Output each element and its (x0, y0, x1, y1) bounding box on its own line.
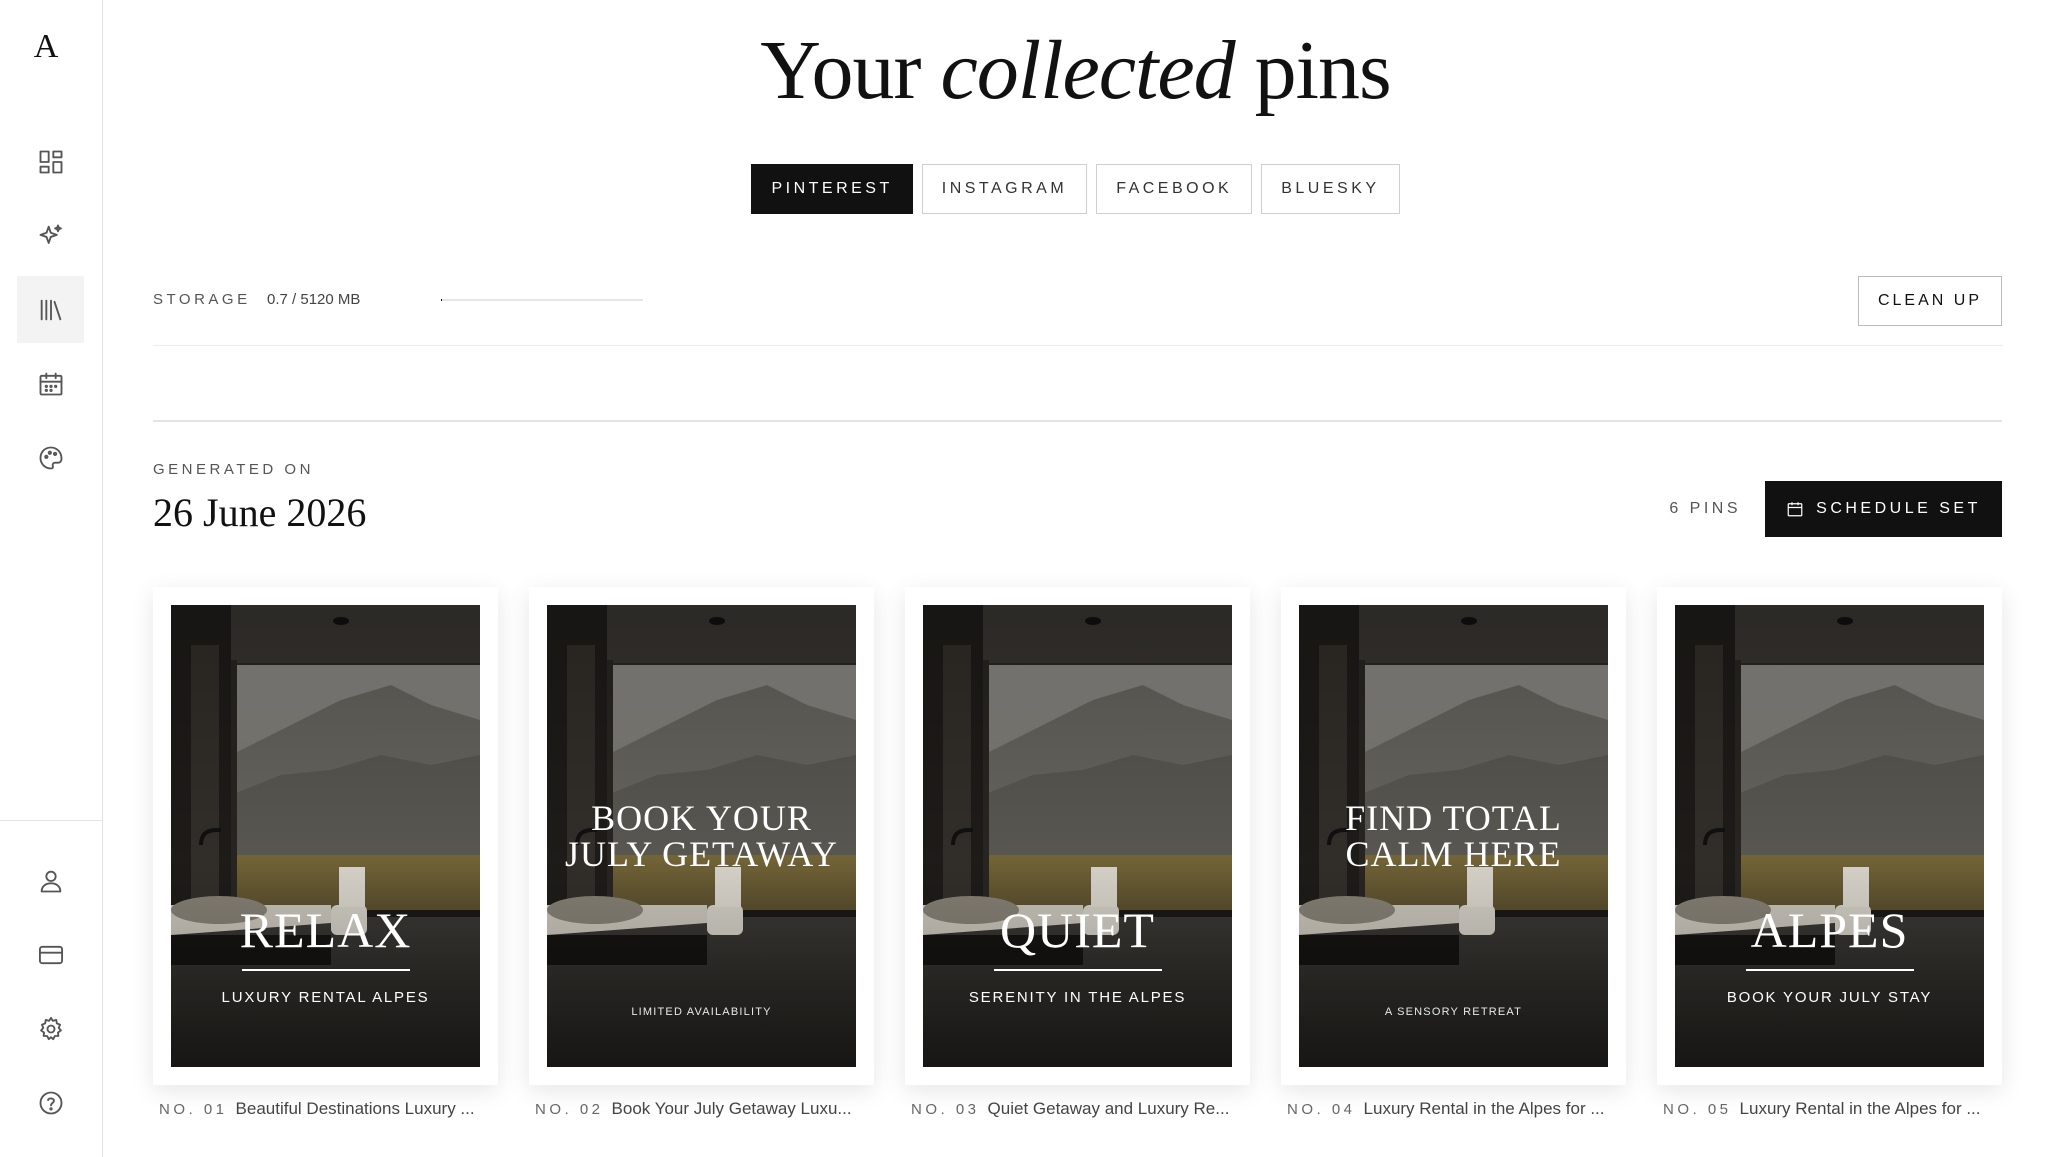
nav-account[interactable] (17, 847, 84, 914)
sidebar: A (0, 0, 103, 1157)
pin-divider-line (241, 969, 410, 971)
calendar-icon (39, 372, 62, 395)
pin-headline: RELAX LUXURY RENTAL ALPES (171, 905, 480, 1006)
pin-number: NO. 05 (1663, 1101, 1732, 1118)
pin-subtitle: LIMITED AVAILABILITY (631, 1006, 772, 1018)
pin-image[interactable]: ALPES BOOK YOUR JULY STAY (1675, 605, 1984, 1067)
tab-instagram[interactable]: INSTAGRAM (921, 164, 1088, 214)
generated-on-label: GENERATED ON (153, 461, 314, 478)
nav-dashboard[interactable] (17, 128, 84, 195)
dashboard-icon (39, 150, 62, 173)
pin-count: 6 PINS (1669, 500, 1741, 517)
tab-pinterest[interactable]: PINTEREST (751, 164, 913, 214)
pin-image[interactable]: RELAX LUXURY RENTAL ALPES (171, 605, 480, 1067)
nav-help[interactable] (17, 1069, 84, 1136)
title-part: pins (1234, 24, 1392, 117)
pin-title: ALPES (1750, 902, 1909, 958)
storage-progress-bar (441, 299, 643, 301)
tab-bluesky[interactable]: BLUESKY (1261, 164, 1400, 214)
sparkle-icon (39, 224, 62, 244)
settings-gear-icon (39, 1016, 62, 1040)
sidebar-divider (0, 820, 102, 821)
storage-row: STORAGE 0.7 / 5120 MB CLEAN UP (153, 276, 2002, 346)
pin-caption: NO. 03 Quiet Getaway and Luxury Re... (911, 1099, 1251, 1119)
platform-tabs: PINTEREST INSTAGRAM FACEBOOK BLUESKY (103, 164, 2048, 214)
pin-title: RELAX (239, 902, 412, 958)
pin-subtitle: LUXURY RENTAL ALPES (221, 989, 430, 1006)
pin-caption: NO. 05 Luxury Rental in the Alpes for ... (1663, 1099, 2003, 1119)
nav-settings[interactable] (17, 995, 84, 1062)
storage-progress-fill (441, 299, 442, 301)
pin-subtitle: A SENSORY RETREAT (1384, 1006, 1523, 1018)
pin-card[interactable]: ALPES BOOK YOUR JULY STAY NO. 05 Luxury R… (1657, 587, 2002, 1118)
pin-image[interactable]: BOOK YOUR JULY GETAWAY LIMITED AVAILABIL… (547, 605, 856, 1067)
pin-subtitle: SERENITY IN THE ALPES (968, 989, 1187, 1006)
nav-generate[interactable] (17, 202, 84, 269)
pin-title: QUIET (1000, 902, 1155, 958)
nav-library[interactable] (17, 276, 84, 343)
pin-title-line: JULY GETAWAY (565, 834, 838, 874)
pin-number: NO. 02 (535, 1101, 604, 1118)
pin-card[interactable]: BOOK YOUR JULY GETAWAY LIMITED AVAILABIL… (529, 587, 874, 1118)
generated-date: 26 June 2026 (153, 490, 367, 535)
pin-title-line: BOOK YOUR (591, 798, 812, 838)
pin-number: NO. 01 (159, 1101, 228, 1118)
pin-caption: NO. 04 Luxury Rental in the Alpes for ... (1287, 1099, 1627, 1119)
pin-headline: QUIET SERENITY IN THE ALPES (923, 905, 1232, 1006)
help-icon (39, 1091, 62, 1114)
pin-caption-text: Luxury Rental in the Alpes for ... (1739, 1099, 1981, 1118)
credit-card-icon (38, 945, 63, 964)
pin-title-line: FIND TOTAL (1345, 798, 1562, 838)
pin-caption-text: Beautiful Destinations Luxury ... (235, 1099, 475, 1118)
pin-card[interactable]: FIND TOTAL CALM HERE A SENSORY RETREAT N… (1281, 587, 1626, 1118)
pin-divider-line (993, 969, 1162, 971)
pin-headline: ALPES BOOK YOUR JULY STAY (1675, 905, 1984, 1006)
calendar-icon (1787, 502, 1803, 517)
pin-card[interactable]: QUIET SERENITY IN THE ALPES NO. 03 Quiet … (905, 587, 1250, 1118)
pin-number: NO. 03 (911, 1101, 980, 1118)
pin-caption-text: Luxury Rental in the Alpes for ... (1363, 1099, 1605, 1118)
nav-brand[interactable] (17, 424, 84, 491)
schedule-set-label: SCHEDULE SET (1816, 500, 1981, 517)
storage-label: STORAGE (153, 291, 251, 308)
nav-billing[interactable] (17, 921, 84, 988)
pin-caption: NO. 02 Book Your July Getaway Luxu... (535, 1099, 875, 1119)
pin-subtitle: BOOK YOUR JULY STAY (1726, 989, 1933, 1006)
clean-up-button[interactable]: CLEAN UP (1857, 276, 2002, 326)
user-icon (40, 870, 61, 892)
section-divider (153, 420, 2002, 422)
pin-card[interactable]: RELAX LUXURY RENTAL ALPES NO. 01 Beautifu… (153, 587, 498, 1118)
title-emphasis: collected (940, 24, 1236, 117)
nav-calendar[interactable] (17, 350, 84, 417)
pin-image[interactable]: FIND TOTAL CALM HERE A SENSORY RETREAT (1299, 605, 1608, 1067)
storage-value: 0.7 / 5120 MB (267, 291, 361, 308)
tab-facebook[interactable]: FACEBOOK (1096, 164, 1253, 214)
pin-image[interactable]: QUIET SERENITY IN THE ALPES (923, 605, 1232, 1067)
page-title: Your collected pins (103, 22, 2048, 119)
pin-number: NO. 04 (1287, 1101, 1356, 1118)
title-part: Your (760, 24, 941, 117)
pin-headline: BOOK YOUR JULY GETAWAY (547, 800, 856, 872)
pin-caption-text: Book Your July Getaway Luxu... (611, 1099, 852, 1118)
pin-caption-text: Quiet Getaway and Luxury Re... (987, 1099, 1230, 1118)
schedule-set-button[interactable]: SCHEDULE SET (1765, 481, 2002, 537)
pin-headline: FIND TOTAL CALM HERE (1299, 800, 1608, 872)
pin-divider-line (1745, 969, 1914, 971)
main-content: Your collected pins PINTEREST INSTAGRAM … (103, 0, 2048, 1157)
palette-icon (39, 446, 62, 469)
app-logo[interactable]: A (0, 28, 92, 66)
pin-caption: NO. 01 Beautiful Destinations Luxury ... (159, 1099, 499, 1119)
pin-title-line: CALM HERE (1345, 834, 1562, 874)
library-icon (40, 299, 61, 320)
